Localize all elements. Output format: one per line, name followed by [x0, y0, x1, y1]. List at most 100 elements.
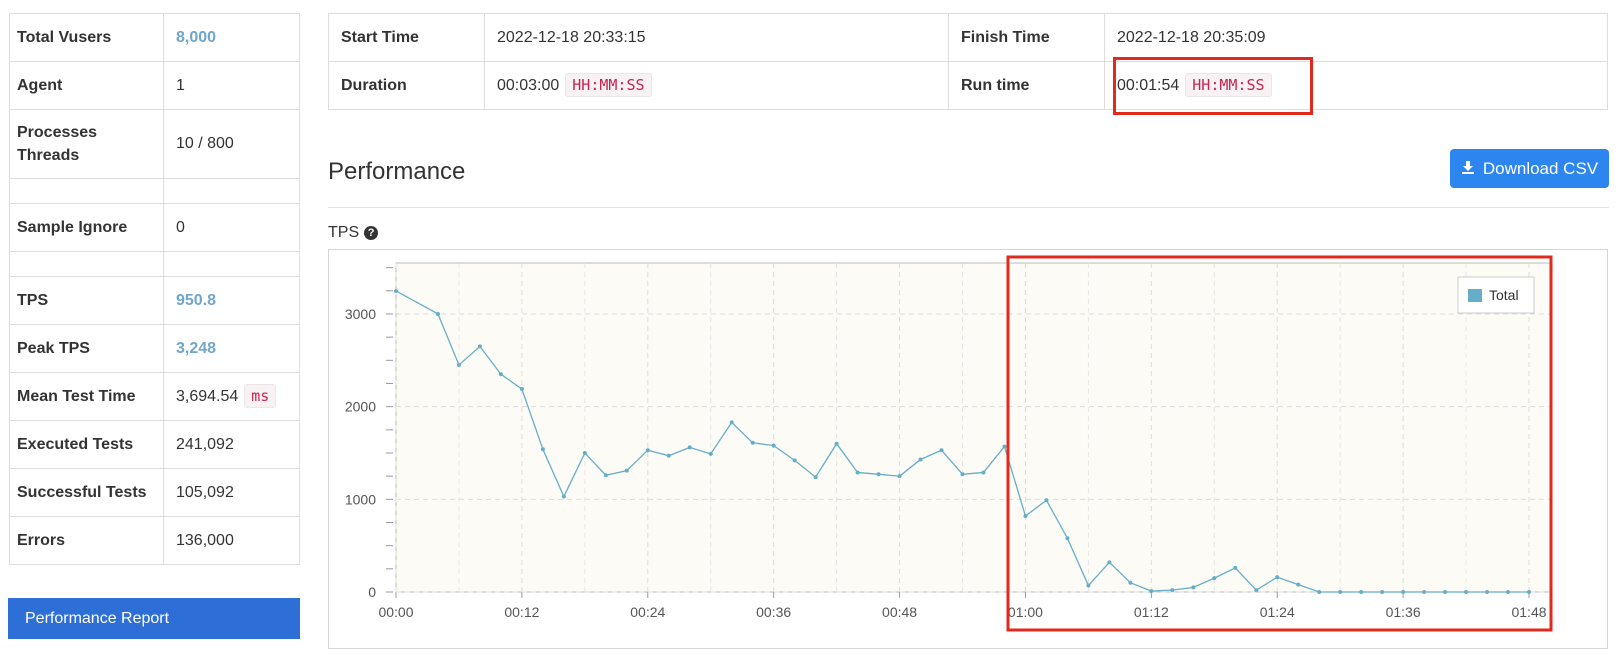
data-point: [1464, 590, 1469, 594]
data-point: [1317, 590, 1322, 594]
tps-label: TPS: [9, 276, 164, 325]
data-point: [540, 447, 545, 452]
peak-tps-label: Peak TPS: [9, 324, 164, 373]
data-point: [1170, 588, 1175, 593]
mean-test-time-label: Mean Test Time: [9, 372, 164, 421]
total-vusers-label: Total Vusers: [9, 13, 164, 62]
data-point: [729, 420, 734, 425]
x-tick-label: 00:00: [378, 604, 413, 620]
x-tick-label: 00:36: [756, 604, 791, 620]
x-tick-label: 01:36: [1386, 604, 1421, 620]
data-point: [435, 311, 440, 316]
data-point: [750, 440, 755, 445]
plot-background: [395, 262, 1551, 593]
test-summary-table: Total Vusers 8,000 Agent 1 Processes Thr…: [9, 13, 300, 565]
data-point: [1233, 565, 1238, 570]
data-point: [1023, 514, 1028, 519]
performance-title: Performance: [328, 158, 466, 185]
data-point: [834, 441, 839, 446]
y-tick-label: 0: [368, 584, 376, 600]
tps-chart-label: TPS: [328, 224, 360, 241]
x-tick-label: 00:12: [504, 604, 539, 620]
data-point: [498, 372, 503, 377]
duration-value: 00:03:00: [497, 77, 560, 94]
performance-report-button[interactable]: Performance Report: [8, 598, 300, 639]
data-point: [519, 387, 524, 392]
legend-swatch-total: [1468, 289, 1482, 302]
tps-chart-container: 00:00 00:12 00:24 00:36 00:48 01:00 01:12 01:24…: [328, 249, 1608, 649]
x-tick-label: 01:48: [1511, 604, 1546, 620]
start-time-label: Start Time: [328, 13, 485, 62]
download-icon: [1461, 159, 1475, 179]
summary-spacer: [9, 251, 300, 277]
data-point: [897, 474, 902, 479]
performance-divider: [328, 207, 1609, 208]
data-point: [1527, 590, 1532, 594]
data-point: [960, 472, 965, 477]
processes-threads-label: Processes Threads: [9, 109, 164, 179]
data-point: [1401, 590, 1406, 594]
data-point: [582, 450, 587, 455]
executed-tests-value: 241,092: [163, 420, 300, 469]
successful-tests-label: Successful Tests: [9, 468, 164, 517]
legend-label-total: Total: [1489, 287, 1519, 303]
processes-threads-value: 10 / 800: [163, 109, 300, 179]
data-point: [981, 470, 986, 475]
data-point: [1044, 498, 1049, 503]
data-point: [666, 453, 671, 458]
y-tick-label: 1000: [345, 491, 376, 507]
data-point: [1149, 589, 1154, 594]
data-point: [456, 362, 461, 367]
data-point: [771, 443, 776, 448]
data-point: [603, 473, 608, 478]
data-point: [939, 448, 944, 453]
total-vusers-value: 8,000: [176, 28, 217, 46]
data-point: [645, 448, 650, 453]
data-point: [792, 458, 797, 463]
x-tick-label: 00:48: [882, 604, 917, 620]
finish-time-value: 2022-12-18 20:35:09: [1104, 13, 1608, 62]
data-point: [1065, 536, 1070, 541]
sample-ignore-value: 0: [163, 203, 300, 252]
download-csv-label: Download CSV: [1482, 158, 1599, 178]
tps-value: 950.8: [176, 291, 217, 309]
data-point: [1359, 590, 1364, 594]
summary-spacer: [9, 178, 300, 204]
data-point: [561, 494, 566, 499]
data-point: [876, 472, 881, 477]
data-point: [1422, 590, 1427, 594]
x-tick-label: 01:12: [1134, 604, 1169, 620]
y-tick-label: 3000: [345, 306, 376, 322]
data-point: [1254, 588, 1259, 593]
data-point: [624, 468, 629, 473]
data-point: [1086, 583, 1091, 588]
errors-label: Errors: [9, 516, 164, 565]
data-point: [1191, 585, 1196, 590]
peak-tps-value: 3,248: [176, 339, 217, 357]
y-tick-label: 2000: [345, 399, 376, 415]
data-point: [1485, 590, 1490, 594]
data-point: [708, 451, 713, 456]
download-csv-button[interactable]: Download CSV: [1450, 149, 1609, 188]
data-point: [1002, 444, 1007, 449]
data-point: [1296, 582, 1301, 587]
tps-chart: 00:00 00:12 00:24 00:36 00:48 01:00 01:12 01:24…: [345, 255, 1553, 632]
agent-value: 1: [163, 61, 300, 110]
data-point: [477, 344, 482, 349]
data-point: [687, 445, 692, 450]
mean-test-time-value: 3,694.54: [176, 388, 239, 405]
test-times-table: Start Time 2022-12-18 20:33:15 Finish Ti…: [328, 13, 1608, 110]
data-point: [1275, 575, 1280, 580]
help-icon[interactable]: ?: [364, 226, 379, 240]
run-time-label: Run time: [948, 61, 1105, 110]
processes-label: Processes: [17, 124, 98, 141]
data-point: [1443, 590, 1448, 594]
data-point: [1338, 590, 1343, 594]
errors-value: 136,000: [163, 516, 300, 565]
duration-format: HH:MM:SS: [565, 73, 652, 97]
data-point: [918, 457, 923, 462]
data-point: [1506, 590, 1511, 594]
x-tick-label: 01:24: [1260, 604, 1295, 620]
x-tick-label: 01:00: [1008, 604, 1043, 620]
data-point: [1212, 576, 1217, 581]
